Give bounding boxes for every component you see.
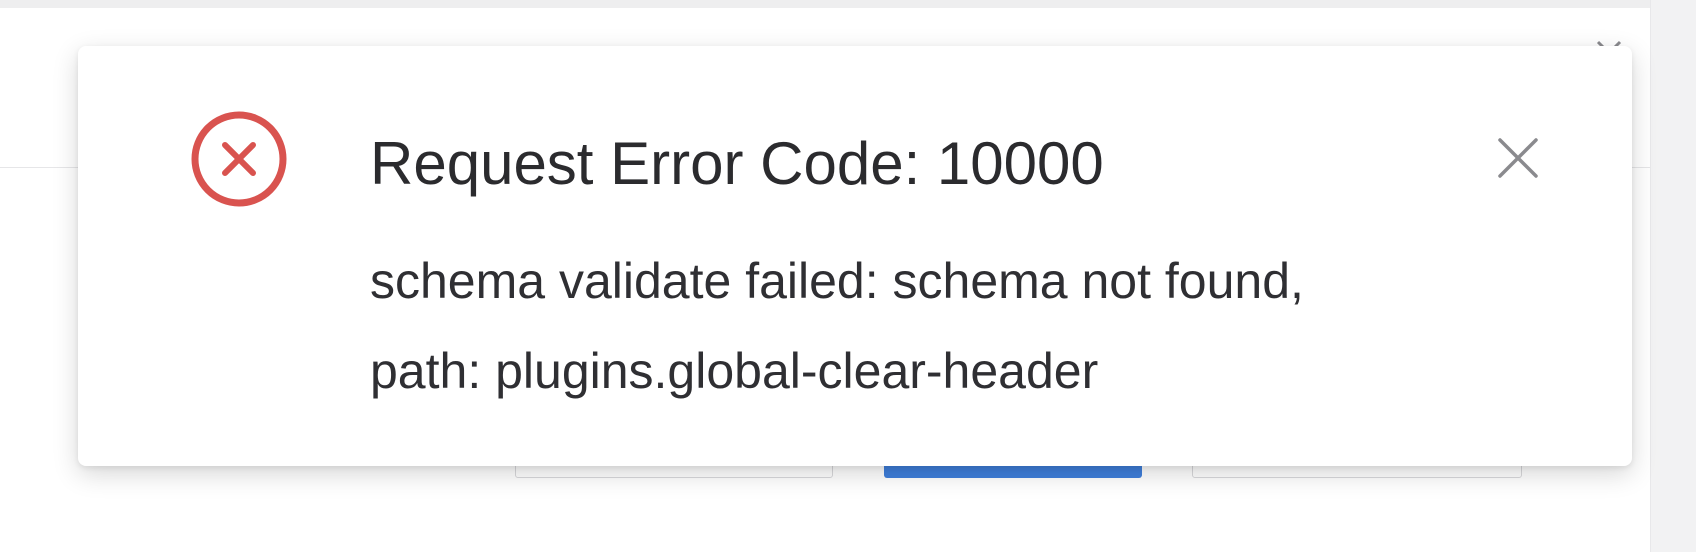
close-icon (1498, 138, 1538, 178)
notification-close-button[interactable] (1488, 128, 1548, 188)
page-root: Request Error Code: 10000 schema validat… (0, 0, 1696, 552)
background-top-strip (0, 0, 1650, 8)
error-notification: Request Error Code: 10000 schema validat… (78, 46, 1632, 466)
notification-description: schema validate failed: schema not found… (370, 236, 1520, 416)
error-circle-x-icon (190, 110, 288, 208)
notification-title-text: Request Error Code: 10000 (370, 130, 1104, 197)
notification-description-line-1: schema validate failed: schema not found… (370, 253, 1304, 309)
notification-title: Request Error Code: 10000 (370, 130, 1104, 204)
background-right-gutter (1650, 0, 1696, 552)
notification-description-line-2: path: plugins.global-clear-header (370, 343, 1099, 399)
